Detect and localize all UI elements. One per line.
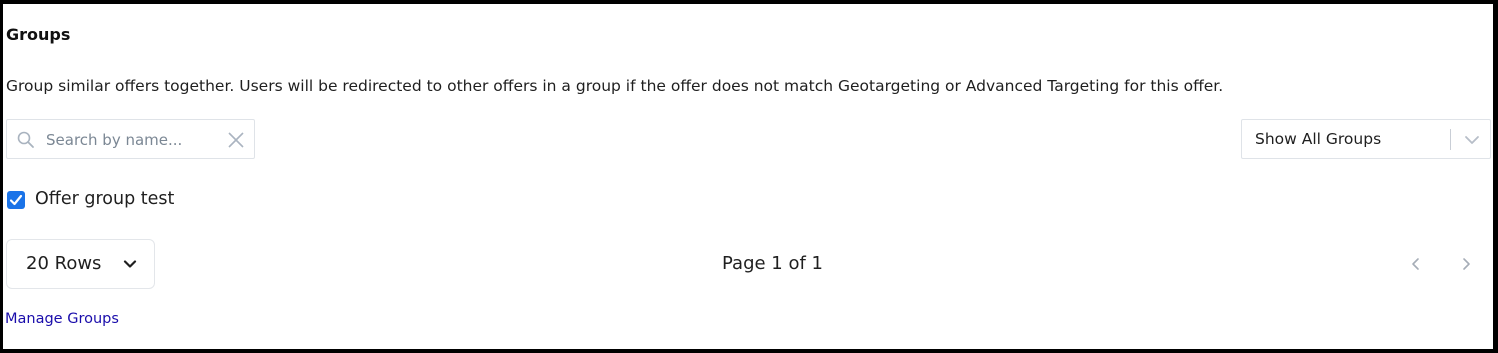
search-box	[6, 119, 255, 159]
chevron-right-icon[interactable]	[1456, 254, 1476, 274]
page-frame	[0, 0, 1498, 353]
chevron-left-icon[interactable]	[1406, 254, 1426, 274]
chevron-down-icon	[120, 254, 140, 274]
group-label: Offer group test	[35, 189, 175, 209]
section-title: Groups	[6, 25, 71, 44]
group-filter-value: Show All Groups	[1255, 130, 1382, 148]
manage-groups-link[interactable]: Manage Groups	[5, 311, 119, 327]
search-icon	[16, 130, 36, 150]
page-indicator: Page 1 of 1	[722, 253, 823, 274]
section-description: Group similar offers together. Users wil…	[6, 77, 1224, 95]
group-checkbox[interactable]	[7, 191, 25, 209]
close-icon[interactable]	[227, 131, 245, 149]
select-divider	[1450, 129, 1451, 150]
search-input[interactable]	[46, 129, 206, 151]
group-filter-select[interactable]: Show All Groups	[1241, 119, 1491, 159]
rows-per-page-value: 20 Rows	[26, 253, 102, 274]
chevron-down-icon[interactable]	[1462, 130, 1482, 150]
rows-per-page-select[interactable]: 20 Rows	[6, 239, 155, 289]
